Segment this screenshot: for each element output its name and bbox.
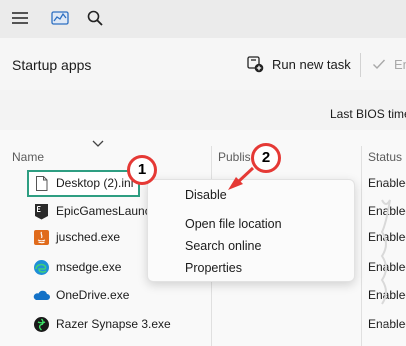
menu-item-properties[interactable]: Properties [185,261,242,275]
task-manager-window: Startup apps Run new task En Last BIOS t… [0,0,406,346]
row-name: Razer Synapse 3.exe [56,317,171,331]
context-menu: Disable Open file location Search online… [147,179,355,282]
razer-icon [33,316,50,333]
run-new-task-button[interactable]: Run new task [246,50,351,78]
row-name: jusched.exe [56,230,121,244]
table-row[interactable]: Razer Synapse 3.exe Enabled [0,313,406,337]
epic-games-icon [33,203,50,220]
row-name: msedge.exe [56,260,122,274]
top-toolbar [0,0,406,38]
page-title: Startup apps [12,57,92,73]
callout-badge: 1 [127,155,157,185]
callout-badge: 2 [251,143,281,173]
row-name: Desktop (2).ini [56,176,134,190]
row-name: EpicGamesLaunch [56,204,158,218]
column-header-publisher[interactable]: Publis [218,150,251,164]
hamburger-icon[interactable] [10,8,30,28]
java-icon [33,229,50,246]
sort-chevron-icon[interactable] [92,140,104,148]
row-name: OneDrive.exe [56,288,130,302]
menu-item-disable[interactable]: Disable [185,188,227,202]
new-task-icon [247,56,264,73]
toolbar-divider [360,53,361,77]
file-icon [33,175,50,192]
run-new-task-label: Run new task [272,56,351,72]
command-bar: Startup apps Run new task En [0,38,406,90]
edge-icon [33,259,50,276]
enable-label: En [394,56,406,72]
performance-chart-icon[interactable] [50,8,70,28]
last-bios-time: Last BIOS time [330,107,406,121]
checkmark-icon [373,59,386,70]
column-header-name[interactable]: Name [12,150,44,164]
watermark-icon [376,180,396,330]
onedrive-icon [33,287,50,304]
search-icon[interactable] [85,8,105,28]
column-header-status[interactable]: Status [368,150,402,164]
menu-item-search-online[interactable]: Search online [185,239,261,253]
enable-button[interactable]: En [372,50,406,78]
menu-item-open-file-location[interactable]: Open file location [185,217,282,231]
table-row[interactable]: OneDrive.exe Enabled [0,284,406,308]
